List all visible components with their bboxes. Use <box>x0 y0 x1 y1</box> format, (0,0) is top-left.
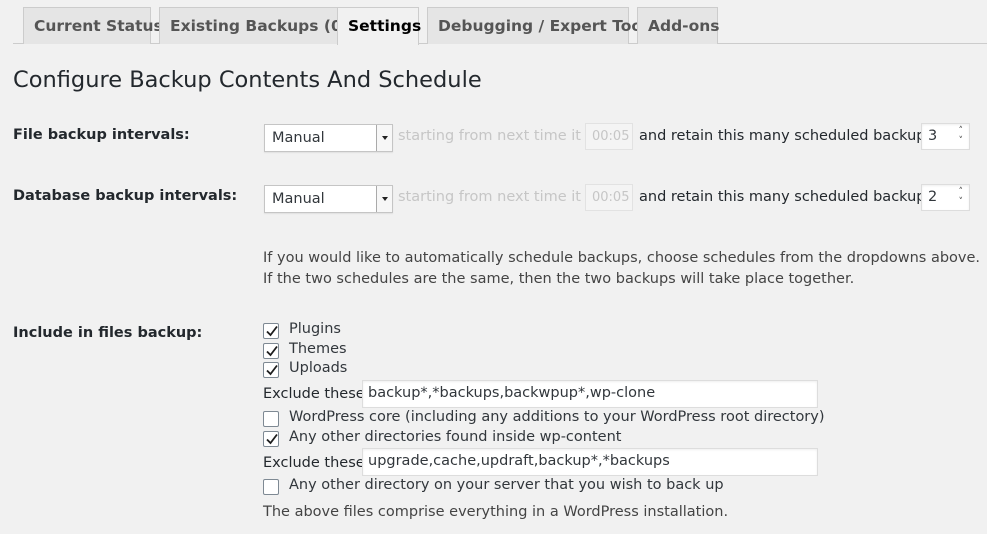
file-interval-select[interactable]: Manual <box>264 124 393 152</box>
checkmark-icon <box>266 364 278 376</box>
tab-label: Current Status <box>34 17 163 35</box>
other-directories-label: Any other directories found inside wp-co… <box>289 429 622 445</box>
schedule-help-line-2: If the two schedules are the same, then … <box>263 271 855 287</box>
files-footnote: The above files comprise everything in a… <box>263 504 729 520</box>
wordpress-core-checkbox[interactable] <box>263 411 279 427</box>
file-start-time-input[interactable]: 00:05 <box>585 123 633 150</box>
themes-label: Themes <box>289 341 347 357</box>
file-starting-text: starting from next time it is <box>398 128 598 144</box>
tab-settings[interactable]: Settings <box>337 7 422 45</box>
exclude-others-input[interactable]: upgrade,cache,updraft,backup*,*backups <box>362 448 818 476</box>
tab-debugging-expert-tools[interactable]: Debugging / Expert Tools <box>427 7 657 44</box>
file-retain-count-value: 3 <box>928 128 938 144</box>
wordpress-core-label: WordPress core (including any additions … <box>289 409 825 425</box>
other-directories-checkbox[interactable] <box>263 431 279 447</box>
file-retain-text: and retain this many scheduled backups: <box>639 128 938 144</box>
checkmark-icon <box>266 345 278 357</box>
database-retain-count-input[interactable]: 2 ˄ ˅ <box>921 184 970 211</box>
file-interval-value: Manual <box>272 130 325 146</box>
include-files-label: Include in files backup: <box>13 325 203 341</box>
spin-arrows-icon[interactable]: ˄ ˅ <box>959 187 964 207</box>
database-interval-value: Manual <box>272 191 325 207</box>
tab-label: Settings <box>348 17 422 35</box>
any-directory-label: Any other directory on your server that … <box>289 477 724 493</box>
chevron-down-icon <box>376 125 392 151</box>
database-starting-text: starting from next time it is <box>398 189 598 205</box>
tab-label: Debugging / Expert Tools <box>438 17 657 35</box>
chevron-down-icon <box>376 186 392 212</box>
checkmark-icon <box>266 433 278 445</box>
tab-label: Existing Backups (0) <box>170 17 349 35</box>
database-retain-count-value: 2 <box>928 189 938 205</box>
file-retain-count-input[interactable]: 3 ˄ ˅ <box>921 123 970 150</box>
spin-arrows-icon[interactable]: ˄ ˅ <box>959 126 964 146</box>
exclude-label-uploads: Exclude these: <box>263 386 370 402</box>
schedule-help-line-1: If you would like to automatically sched… <box>263 250 981 266</box>
database-backup-intervals-label: Database backup intervals: <box>13 188 238 204</box>
exclude-uploads-input[interactable]: backup*,*backups,backwpup*,wp-clone <box>362 380 818 408</box>
tab-label: Add-ons <box>648 17 720 35</box>
database-start-time-input[interactable]: 00:05 <box>585 184 633 211</box>
tab-add-ons[interactable]: Add-ons <box>637 7 720 44</box>
nav-tab-wrapper: Current Status Existing Backups (0) Sett… <box>13 0 987 45</box>
database-interval-select[interactable]: Manual <box>264 185 393 213</box>
tab-existing-backups[interactable]: Existing Backups (0) <box>159 7 349 44</box>
plugins-checkbox[interactable] <box>263 323 279 339</box>
exclude-label-others: Exclude these: <box>263 455 370 471</box>
file-backup-intervals-label: File backup intervals: <box>13 127 190 143</box>
page-title: Configure Backup Contents And Schedule <box>13 67 482 93</box>
uploads-label: Uploads <box>289 360 348 376</box>
themes-checkbox[interactable] <box>263 343 279 359</box>
any-directory-checkbox[interactable] <box>263 479 279 495</box>
checkmark-icon <box>266 325 278 337</box>
tab-current-status[interactable]: Current Status <box>23 7 163 44</box>
database-retain-text: and retain this many scheduled backups: <box>639 189 938 205</box>
uploads-checkbox[interactable] <box>263 362 279 378</box>
plugins-label: Plugins <box>289 321 341 337</box>
